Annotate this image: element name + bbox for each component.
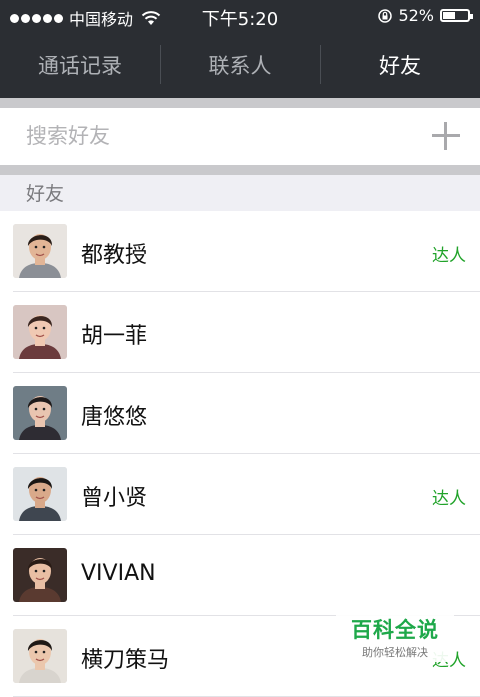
status-bar: 中国移动 下午5:20 52% xyxy=(0,0,480,31)
divider xyxy=(0,165,480,175)
tab-0[interactable]: 通话记录 xyxy=(0,31,160,98)
avatar[interactable] xyxy=(13,386,67,440)
watermark-subtitle: 助你轻松解决 xyxy=(362,646,428,659)
avatar[interactable] xyxy=(13,224,67,278)
tab-bar: 通话记录 联系人 好友 xyxy=(0,31,480,98)
search-input[interactable] xyxy=(26,118,406,154)
friend-name: 曾小贤 xyxy=(81,486,148,511)
divider xyxy=(0,98,480,108)
friend-name: 唐悠悠 xyxy=(81,405,148,430)
add-friend-button[interactable] xyxy=(432,122,460,150)
friend-row[interactable]: VIVIAN xyxy=(0,535,480,616)
section-header: 好友 xyxy=(0,175,480,211)
tab-2[interactable]: 好友 xyxy=(320,31,480,98)
watermark: 百科全说 助你轻松解决 xyxy=(336,612,454,662)
avatar[interactable] xyxy=(13,629,67,683)
friend-name: 横刀策马 xyxy=(81,648,170,673)
expert-badge: 达人 xyxy=(432,489,466,509)
friend-row[interactable]: 曾小贤 达人 xyxy=(0,454,480,535)
avatar[interactable] xyxy=(13,548,67,602)
friend-row[interactable]: 胡一菲 xyxy=(0,292,480,373)
friend-name: 胡一菲 xyxy=(81,324,148,349)
status-right: 52% xyxy=(378,6,473,25)
search-bar xyxy=(0,108,480,165)
tab-1[interactable]: 联系人 xyxy=(160,31,320,98)
rotation-lock-icon xyxy=(378,8,393,23)
avatar[interactable] xyxy=(13,305,67,359)
avatar[interactable] xyxy=(13,467,67,521)
battery-icon xyxy=(440,9,473,22)
friend-name: VIVIAN xyxy=(81,561,156,586)
friend-row[interactable]: 都教授 达人 xyxy=(0,211,480,292)
friend-row[interactable]: 唐悠悠 xyxy=(0,373,480,454)
battery-percent: 52% xyxy=(398,6,434,25)
expert-badge: 达人 xyxy=(432,246,466,266)
friend-name: 都教授 xyxy=(81,243,148,268)
watermark-title: 百科全说 xyxy=(351,618,439,642)
